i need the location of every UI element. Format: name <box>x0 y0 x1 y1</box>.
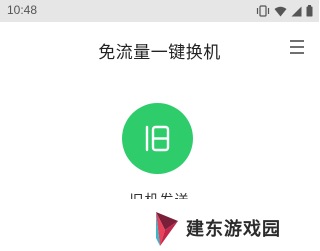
page-title: 免流量一键换机 <box>98 43 221 63</box>
wifi-icon <box>274 6 287 17</box>
menu-button[interactable] <box>287 38 307 56</box>
status-time: 10:48 <box>7 3 38 17</box>
signal-icon <box>291 6 302 17</box>
watermark-logo-icon <box>148 208 182 248</box>
watermark-text: 建东游戏园 <box>186 219 281 240</box>
watermark: 建东游戏园 <box>148 208 281 248</box>
hamburger-menu-icon <box>287 38 307 56</box>
status-icons <box>256 4 313 18</box>
status-bar: 10:48 <box>0 0 319 22</box>
screen: 10:48 免流量一键换机 建东游戏园 <box>0 0 319 251</box>
old-device-send-button[interactable] <box>122 103 193 174</box>
battery-icon <box>306 5 313 17</box>
vibrate-icon <box>256 5 270 17</box>
